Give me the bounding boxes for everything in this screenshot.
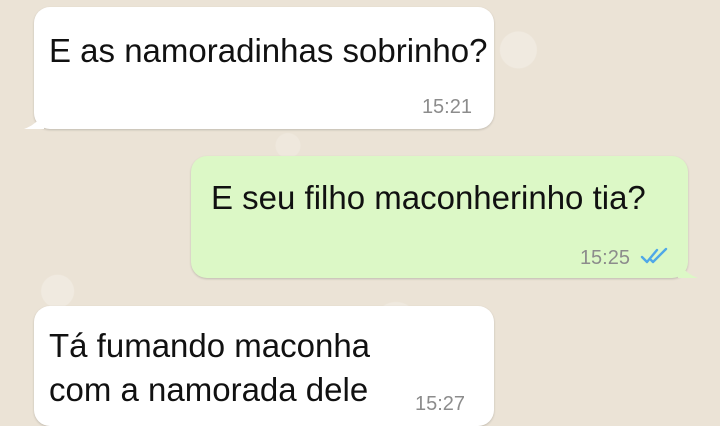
message-text: E seu filho maconherinho tia? xyxy=(211,176,646,220)
message-line: E seu filho maconherinho xyxy=(211,179,584,216)
message-bubble-incoming[interactable]: Tá fumando maconha com a namorada dele 1… xyxy=(34,306,494,426)
double-check-read-icon xyxy=(640,247,668,264)
message-timestamp: 15:27 xyxy=(415,393,466,415)
message-timestamp: 15:21 xyxy=(421,96,472,118)
message-line: sobrinho? xyxy=(342,32,488,69)
message-line: E as namoradinhas xyxy=(49,32,334,69)
bubble-tail xyxy=(24,113,44,129)
message-text: Tá fumando maconha com a namorada dele xyxy=(49,324,370,412)
chat-area: E as namoradinhas sobrinho? 15:21 E seu … xyxy=(0,0,720,426)
message-line: Tá fumando maconha xyxy=(49,327,371,364)
message-line: tia? xyxy=(592,179,646,216)
message-text: E as namoradinhas sobrinho? xyxy=(49,29,487,73)
message-line: com a namorada dele xyxy=(49,371,369,408)
message-bubble-incoming[interactable]: E as namoradinhas sobrinho? 15:21 xyxy=(24,7,494,129)
message-bubble-outgoing[interactable]: E seu filho maconherinho tia? 15:25 xyxy=(191,156,698,278)
message-timestamp: 15:25 xyxy=(579,247,630,269)
bubble-tail xyxy=(678,262,698,278)
